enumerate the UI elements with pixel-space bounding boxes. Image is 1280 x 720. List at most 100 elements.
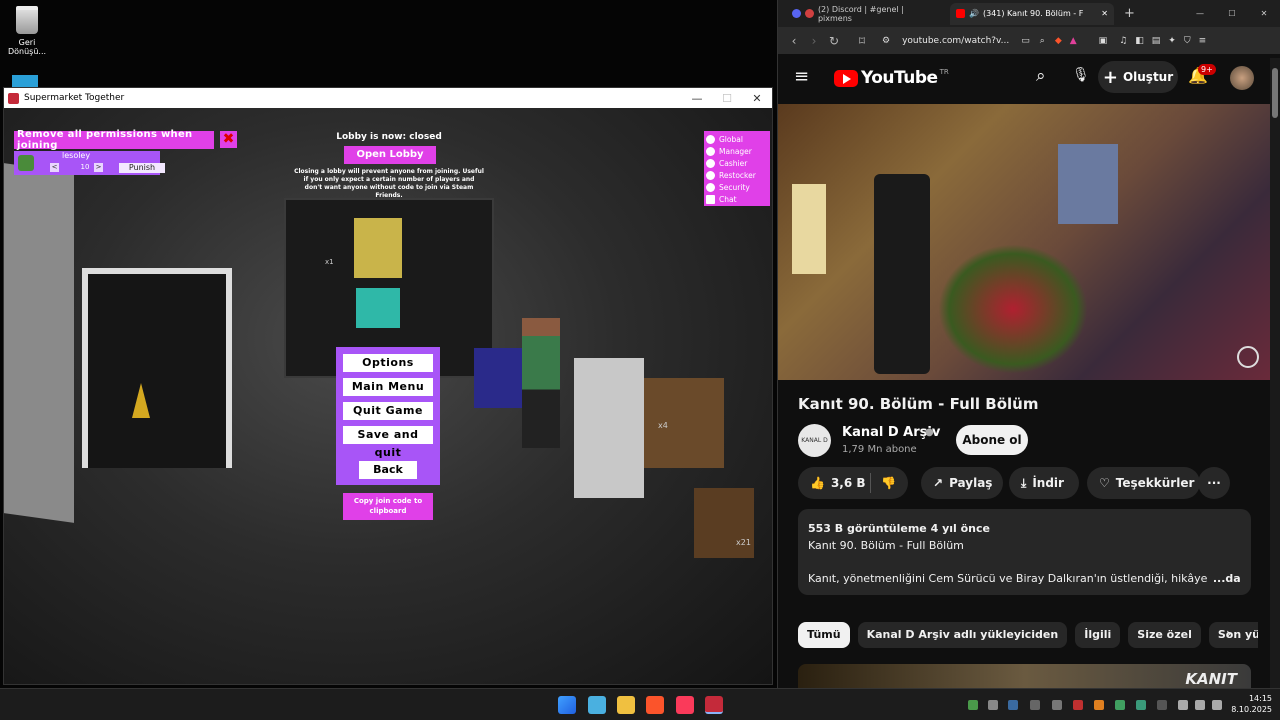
widgets-icon[interactable] xyxy=(588,696,606,714)
video-player[interactable] xyxy=(778,104,1271,380)
close-tab-icon[interactable]: ✕ xyxy=(1101,9,1108,18)
chip-recent[interactable]: Son yü xyxy=(1208,622,1258,648)
remove-permissions-toggle[interactable]: Remove all permissions when joining xyxy=(14,129,214,151)
reload-icon[interactable]: ↻ xyxy=(824,34,844,48)
chat-channel-restocker[interactable]: Restocker xyxy=(706,169,768,181)
new-tab-button[interactable]: + xyxy=(1124,6,1135,21)
save-quit-button[interactable]: Save and quit xyxy=(343,426,433,459)
game-scene[interactable]: x4 x21 x1 Remove all permissions when jo… xyxy=(4,108,772,684)
recycle-bin-shortcut[interactable]: Geri Dönüşü... xyxy=(2,6,52,56)
subscribe-button[interactable]: Abone ol xyxy=(956,425,1028,455)
tray-chevron-icon[interactable] xyxy=(1030,700,1040,710)
level-decrease-button[interactable]: < xyxy=(50,163,59,172)
tray-app-icon[interactable] xyxy=(1094,700,1104,710)
tray-app-icon[interactable] xyxy=(1052,700,1062,710)
chips-next-icon[interactable]: › xyxy=(1226,626,1232,642)
volume-icon[interactable] xyxy=(1195,700,1205,710)
copy-join-code-button[interactable]: Copy join code to clipboard xyxy=(343,493,433,520)
back-button[interactable]: Back xyxy=(359,461,417,479)
window-maximize-button[interactable]: ☐ xyxy=(1216,9,1248,18)
cast-icon[interactable]: ▭ xyxy=(1021,36,1030,46)
person-icon xyxy=(706,170,715,180)
tray-app-icon[interactable] xyxy=(988,700,998,710)
url-field[interactable]: youtube.com/watch?v... xyxy=(902,36,1009,46)
page-scrollbar[interactable] xyxy=(1270,58,1280,688)
wallet-icon[interactable]: ▤ xyxy=(1152,36,1161,46)
thanks-label: Teşekkürler xyxy=(1115,476,1195,490)
avatar[interactable] xyxy=(1230,66,1254,90)
main-menu-button[interactable]: Main Menu xyxy=(343,378,433,396)
minimize-button[interactable]: — xyxy=(682,92,712,105)
recycle-bin-icon xyxy=(16,6,38,34)
chat-channel-cashier[interactable]: Cashier xyxy=(706,157,768,169)
chat-channel-global[interactable]: Global xyxy=(706,133,768,145)
thanks-button[interactable]: ♡ Teşekkürler xyxy=(1087,467,1200,499)
brave-browser-icon[interactable] xyxy=(646,696,664,714)
create-button[interactable]: + Oluştur xyxy=(1098,61,1178,93)
options-button[interactable]: Options xyxy=(343,354,433,372)
network-icon[interactable] xyxy=(1178,700,1188,710)
show-more-link[interactable]: ...daha fazla xyxy=(1213,572,1241,585)
tray-brave-icon[interactable] xyxy=(1073,700,1083,710)
tab-youtube[interactable]: 🔊 (341) Kanıt 90. Bölüm - Full B ✕ xyxy=(950,2,1114,25)
site-info-icon[interactable]: ⚙ xyxy=(882,36,890,46)
close-button[interactable]: ✕ xyxy=(742,92,772,105)
microphone-icon[interactable]: 🎙 xyxy=(1072,67,1090,83)
hamburger-menu-icon[interactable]: ≡ xyxy=(794,66,809,87)
forward-nav-icon[interactable]: › xyxy=(804,34,824,48)
chip-related[interactable]: İlgili xyxy=(1075,622,1121,648)
channel-avatar[interactable]: KANAL D xyxy=(798,424,831,457)
punish-button[interactable]: Punish xyxy=(119,163,165,173)
channel-watermark-icon xyxy=(1237,346,1259,368)
recommended-video-thumbnail[interactable]: KANIT xyxy=(798,664,1251,688)
thumb-down-icon[interactable]: 👎 xyxy=(871,476,896,490)
remove-permissions-x-icon[interactable]: ✖ xyxy=(220,131,237,148)
more-actions-button[interactable]: ··· xyxy=(1198,467,1230,499)
zoom-icon[interactable]: ⌕ xyxy=(1040,36,1045,46)
tray-steam-icon[interactable] xyxy=(1008,700,1018,710)
vpn-icon[interactable]: ⛉ xyxy=(1184,36,1191,46)
tab-label: (2) Discord | #genel | pixmens xyxy=(817,4,904,23)
leo-ai-icon[interactable]: ✦ xyxy=(1168,36,1176,46)
product-box xyxy=(356,288,400,328)
window-minimize-button[interactable]: — xyxy=(1184,9,1216,18)
brave-rewards-icon[interactable]: ▲ xyxy=(1070,36,1077,46)
level-increase-button[interactable]: > xyxy=(94,163,103,172)
chip-channel[interactable]: Kanal D Arşiv adlı yükleyiciden xyxy=(857,622,1068,648)
tab-discord[interactable]: (2) Discord | #genel | pixmens xyxy=(786,3,946,25)
search-icon[interactable]: ⌕ xyxy=(1036,66,1046,86)
clock[interactable]: 14:15 8.10.2025 xyxy=(1231,693,1272,715)
music-app-icon[interactable] xyxy=(676,696,694,714)
maximize-button[interactable]: ☐ xyxy=(712,92,742,105)
brave-shield-icon[interactable]: ◆ xyxy=(1055,36,1062,46)
like-button[interactable]: 👍 3,6 B xyxy=(798,476,870,490)
youtube-logo[interactable]: YouTube TR xyxy=(834,68,949,88)
supermarket-together-icon[interactable] xyxy=(705,696,723,714)
tray-app-icon[interactable] xyxy=(1157,700,1167,710)
chat-channel-manager[interactable]: Manager xyxy=(706,145,768,157)
battery-icon[interactable] xyxy=(1212,700,1222,710)
desktop-shortcut-icon[interactable] xyxy=(12,75,38,87)
start-icon[interactable] xyxy=(558,696,576,714)
window-close-button[interactable]: ✕ xyxy=(1248,9,1280,18)
chat-channel-security[interactable]: Security xyxy=(706,181,768,193)
tray-nvidia-icon[interactable] xyxy=(968,700,978,710)
file-explorer-icon[interactable] xyxy=(617,696,635,714)
back-nav-icon[interactable]: ‹ xyxy=(784,34,804,48)
quit-game-button[interactable]: Quit Game xyxy=(343,402,433,420)
chip-for-you[interactable]: Size özel xyxy=(1128,622,1201,648)
tray-app-icon[interactable] xyxy=(1136,700,1146,710)
description-box[interactable]: 553 B görüntüleme 4 yıl önce Kanıt 90. B… xyxy=(798,509,1251,595)
scrollbar-thumb[interactable] xyxy=(1272,68,1278,118)
download-button[interactable]: ⤓ İndir xyxy=(1009,467,1079,499)
bookmark-icon[interactable]: ⌑ xyxy=(852,34,872,48)
split-view-icon[interactable]: ◧ xyxy=(1135,36,1144,46)
chip-all[interactable]: Tümü xyxy=(798,622,850,648)
chat-channel-chat[interactable]: Chat xyxy=(706,193,768,205)
tray-app-icon[interactable] xyxy=(1115,700,1125,710)
menu-icon[interactable]: ≡ xyxy=(1199,36,1207,46)
media-icon[interactable]: ♫ xyxy=(1119,36,1127,46)
open-lobby-button[interactable]: Open Lobby xyxy=(344,146,436,164)
share-button[interactable]: ↗ Paylaş xyxy=(921,467,1003,499)
sidebar-icon[interactable]: ▣ xyxy=(1099,36,1108,46)
